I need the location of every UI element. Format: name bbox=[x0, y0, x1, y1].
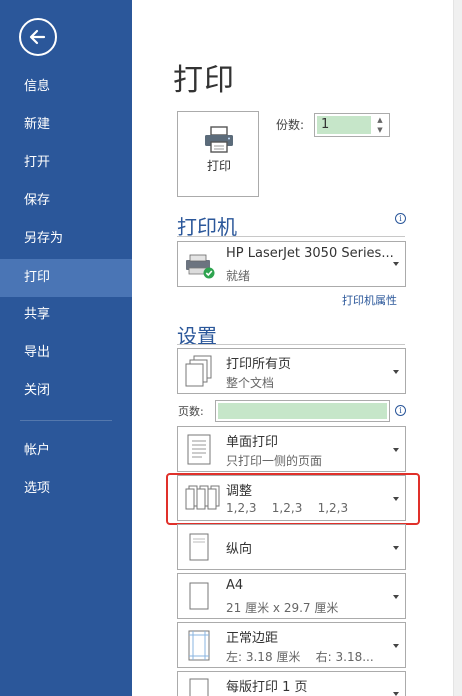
margins-select[interactable]: 正常边距 左: 3.18 厘米 右: 3.18... bbox=[177, 622, 406, 668]
sidebar-item-open[interactable]: 打开 bbox=[0, 144, 132, 182]
pages-input[interactable] bbox=[215, 400, 390, 422]
back-button[interactable] bbox=[19, 18, 57, 56]
chevron-down-icon bbox=[393, 370, 399, 374]
printer-icon bbox=[205, 126, 233, 153]
sidebar-item-print[interactable]: 打印 bbox=[0, 259, 132, 297]
annotation-highlight bbox=[166, 473, 420, 525]
printer-heading-rule bbox=[177, 236, 405, 237]
sidebar-item-close[interactable]: 关闭 bbox=[0, 372, 132, 410]
spin-up-icon[interactable]: ▲ bbox=[373, 115, 387, 125]
sidebar-divider bbox=[20, 420, 112, 421]
copies-input[interactable]: 1 bbox=[317, 116, 371, 134]
backstage-sidebar: 信息 新建 打开 保存 另存为 打印 共享 导出 关闭 帐户 选项 bbox=[0, 0, 132, 696]
printer-properties-link[interactable]: 打印机属性 bbox=[342, 292, 397, 308]
paper-size-select[interactable]: A4 21 厘米 x 29.7 厘米 bbox=[177, 573, 406, 619]
margins-title: 正常边距 bbox=[226, 631, 279, 646]
portrait-icon bbox=[189, 533, 209, 561]
paper-size-icon bbox=[189, 582, 209, 610]
pages-per-sheet-title: 每版打印 1 页 bbox=[226, 680, 308, 695]
sidebar-item-export[interactable]: 导出 bbox=[0, 334, 132, 372]
margins-subtitle: 左: 3.18 厘米 右: 3.18... bbox=[226, 650, 374, 664]
pages-input-fill bbox=[218, 403, 387, 419]
printer-status: 就绪 bbox=[226, 269, 251, 283]
pages-info-icon[interactable]: i bbox=[395, 405, 406, 416]
print-range-subtitle: 整个文档 bbox=[226, 376, 275, 390]
chevron-down-icon bbox=[393, 692, 399, 696]
settings-heading-rule bbox=[177, 344, 405, 345]
sides-subtitle: 只打印一侧的页面 bbox=[226, 454, 323, 468]
back-arrow-icon bbox=[29, 29, 46, 45]
paper-size-subtitle: 21 厘米 x 29.7 厘米 bbox=[226, 601, 339, 615]
chevron-down-icon bbox=[393, 262, 399, 266]
pages-label: 页数: bbox=[178, 405, 204, 418]
scrollbar-track[interactable] bbox=[453, 0, 462, 696]
pages-per-sheet-icon bbox=[189, 678, 209, 696]
printer-name: HP LaserJet 3050 Series... bbox=[226, 246, 394, 261]
print-button[interactable]: 打印 bbox=[177, 111, 259, 197]
pages-per-sheet-select[interactable]: 每版打印 1 页 bbox=[177, 671, 406, 696]
sides-title: 单面打印 bbox=[226, 435, 279, 450]
orientation-title: 纵向 bbox=[226, 542, 253, 557]
single-sided-icon bbox=[187, 434, 211, 465]
printer-info-icon[interactable]: i bbox=[395, 213, 406, 224]
sidebar-item-info[interactable]: 信息 bbox=[0, 68, 132, 106]
spin-down-icon[interactable]: ▼ bbox=[373, 125, 387, 135]
sidebar-item-new[interactable]: 新建 bbox=[0, 106, 132, 144]
copies-label: 份数: bbox=[276, 118, 305, 132]
multi-pages-icon bbox=[185, 355, 212, 387]
print-range-select[interactable]: 打印所有页 整个文档 bbox=[177, 348, 406, 394]
chevron-down-icon bbox=[393, 644, 399, 648]
sidebar-item-account[interactable]: 帐户 bbox=[0, 432, 132, 470]
sides-select[interactable]: 单面打印 只打印一侧的页面 bbox=[177, 426, 406, 472]
chevron-down-icon bbox=[393, 546, 399, 550]
chevron-down-icon bbox=[393, 448, 399, 452]
margins-icon bbox=[188, 630, 210, 661]
sidebar-item-share[interactable]: 共享 bbox=[0, 296, 132, 334]
orientation-select[interactable]: 纵向 bbox=[177, 524, 406, 570]
sidebar-item-options[interactable]: 选项 bbox=[0, 470, 132, 508]
printer-select[interactable]: HP LaserJet 3050 Series... 就绪 bbox=[177, 241, 406, 287]
copies-stepper[interactable]: 1 ▲ ▼ bbox=[314, 113, 390, 137]
page-title: 打印 bbox=[173, 63, 235, 98]
print-button-label: 打印 bbox=[206, 159, 231, 173]
sidebar-item-save[interactable]: 保存 bbox=[0, 182, 132, 220]
paper-size-title: A4 bbox=[226, 578, 244, 593]
printer-device-icon bbox=[186, 254, 215, 279]
chevron-down-icon bbox=[393, 595, 399, 599]
print-range-title: 打印所有页 bbox=[226, 357, 292, 372]
sidebar-item-save-as[interactable]: 另存为 bbox=[0, 220, 132, 258]
